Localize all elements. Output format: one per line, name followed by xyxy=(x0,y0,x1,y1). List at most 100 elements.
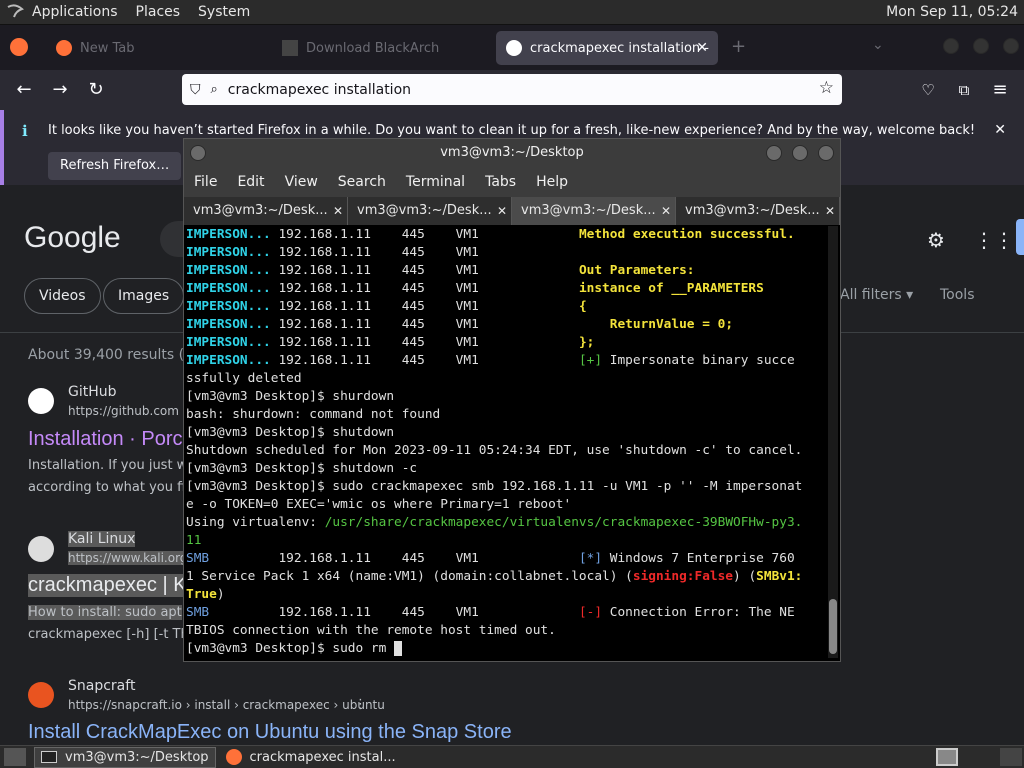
terminal-line: [vm3@vm3 Desktop]$ shutdown xyxy=(186,425,395,440)
output-text: Connection Error: The NE xyxy=(602,605,795,620)
close-notification-icon[interactable]: ✕ xyxy=(994,122,1006,138)
tab-download-blackarch[interactable]: Download BlackArch xyxy=(276,31,486,65)
workspace-1-icon[interactable] xyxy=(936,748,958,766)
all-filters-button[interactable]: All filters ▾ xyxy=(840,287,913,303)
taskbar-label: crackmapexec instal... xyxy=(249,749,396,765)
window-menu-icon[interactable] xyxy=(190,145,206,161)
kali-icon xyxy=(28,536,54,562)
menu-tabs[interactable]: Tabs xyxy=(485,174,516,190)
menu-help[interactable]: Help xyxy=(536,174,568,190)
close-window-icon[interactable] xyxy=(1003,38,1019,54)
result-snippet: Installation. If you just w xyxy=(28,458,188,473)
bookmark-star-icon[interactable]: ☆ xyxy=(819,78,834,98)
back-icon[interactable]: ← xyxy=(12,78,36,102)
reload-icon[interactable]: ↻ xyxy=(84,78,108,102)
terminal-prompt-line[interactable]: [vm3@vm3 Desktop]$ sudo rm xyxy=(186,640,826,658)
host-info: 192.168.1.11 445 VM1 xyxy=(270,263,579,278)
google-icon xyxy=(506,40,522,56)
close-icon[interactable] xyxy=(818,145,834,161)
system-menu[interactable]: System xyxy=(198,4,250,20)
kali-logo-icon[interactable] xyxy=(4,1,26,23)
terminal-window: vm3@vm3:~/Desktop File Edit View Search … xyxy=(183,138,841,662)
forward-icon[interactable]: → xyxy=(48,78,72,102)
terminal-output[interactable]: IMPERSON... 192.168.1.11 445 VM1 Method … xyxy=(186,226,826,658)
places-menu[interactable]: Places xyxy=(136,4,181,20)
extensions-icon[interactable]: ⧉ xyxy=(952,78,976,102)
output-text: { xyxy=(578,299,587,314)
close-tab-icon[interactable]: ✕ xyxy=(497,197,507,225)
result-title-link[interactable]: Install CrackMapExec on Ubuntu using the… xyxy=(28,721,512,744)
system-top-bar: Applications Places System Mon Sep 11, 0… xyxy=(0,0,1024,25)
error-marker: [-] xyxy=(578,605,603,620)
text-cursor xyxy=(394,641,403,656)
terminal-line: 11 xyxy=(186,533,202,548)
terminal-line: ssfully deleted xyxy=(186,371,302,386)
menu-view[interactable]: View xyxy=(285,174,318,190)
sign-in-button[interactable] xyxy=(1016,219,1024,255)
tab-label: crackmapexec installation - xyxy=(530,40,709,56)
taskbar: vm3@vm3:~/Desktop crackmapexec instal... xyxy=(0,745,1024,768)
apps-grid-icon[interactable]: ⋮⋮ xyxy=(974,228,1014,252)
list-tabs-icon[interactable]: ⌄ xyxy=(872,37,884,53)
new-tab-icon[interactable]: + xyxy=(731,36,746,57)
terminal-line: e -o TOKEN=0 EXEC='wmic os where Primary… xyxy=(186,497,572,512)
show-desktop-icon[interactable] xyxy=(4,748,26,766)
more-options-icon[interactable]: ⋮ xyxy=(354,697,367,712)
result-title-link[interactable]: crackmapexec | K xyxy=(28,574,187,597)
result-title-link[interactable]: Installation · Porc xyxy=(28,428,183,451)
result-snippet: How to install: sudo apt xyxy=(28,605,182,620)
maximize-icon[interactable] xyxy=(792,145,808,161)
terminal-titlebar[interactable]: vm3@vm3:~/Desktop xyxy=(184,139,840,167)
google-logo[interactable]: Google xyxy=(24,221,121,255)
terminal-tab[interactable]: vm3@vm3:~/Desk... ✕ xyxy=(676,197,840,225)
settings-gear-icon[interactable]: ⚙ xyxy=(927,228,945,252)
menu-file[interactable]: File xyxy=(194,174,217,190)
close-tab-icon[interactable]: ✕ xyxy=(696,40,708,56)
pocket-icon[interactable]: ♡ xyxy=(916,78,940,102)
output-text: ) xyxy=(216,587,225,602)
terminal-tabs: vm3@vm3:~/Desk... ✕ vm3@vm3:~/Desk... ✕ vm… xyxy=(184,197,840,225)
chip-images[interactable]: Images xyxy=(103,278,185,314)
success-marker: [+] xyxy=(578,353,603,368)
url-bar[interactable]: ⛉ ⌕ ☆ xyxy=(182,74,842,105)
menu-terminal[interactable]: Terminal xyxy=(406,174,465,190)
terminal-tab[interactable]: vm3@vm3:~/Desk... ✕ xyxy=(348,197,512,225)
tab-new-tab[interactable]: New Tab xyxy=(50,31,260,65)
terminal-line: IMPERSON... 192.168.1.11 445 VM1 Method … xyxy=(186,226,826,244)
menu-edit[interactable]: Edit xyxy=(237,174,264,190)
minimize-window-icon[interactable] xyxy=(943,38,959,54)
output-text: Method execution successful. xyxy=(578,227,795,242)
close-tab-icon[interactable]: ✕ xyxy=(825,197,835,225)
shield-icon[interactable]: ⛉ xyxy=(190,82,201,98)
maximize-window-icon[interactable] xyxy=(973,38,989,54)
refresh-firefox-button[interactable]: Refresh Firefox… xyxy=(48,152,182,180)
tab-crackmapexec[interactable]: crackmapexec installation - ✕ xyxy=(496,31,718,65)
host-info: 192.168.1.11 445 VM1 xyxy=(270,281,579,296)
taskbar-firefox[interactable]: crackmapexec instal... xyxy=(220,747,402,768)
result-count: About 39,400 results (0.2 xyxy=(28,347,207,363)
close-tab-icon[interactable]: ✕ xyxy=(661,197,671,225)
menu-search[interactable]: Search xyxy=(338,174,386,190)
terminal-tab[interactable]: vm3@vm3:~/Desk... ✕ xyxy=(184,197,348,225)
taskbar-terminal[interactable]: vm3@vm3:~/Desktop xyxy=(34,746,216,768)
url-input[interactable] xyxy=(227,81,768,98)
minimize-icon[interactable] xyxy=(766,145,782,161)
close-tab-icon[interactable]: ✕ xyxy=(333,197,343,225)
scrollbar-thumb[interactable] xyxy=(829,599,837,654)
terminal-scrollbar[interactable] xyxy=(828,226,838,658)
terminal-tab-active[interactable]: vm3@vm3:~/Desk... ✕ xyxy=(512,197,676,225)
firefox-view-icon[interactable] xyxy=(10,38,28,56)
signing-status: signing:False xyxy=(632,569,734,584)
module-tag: IMPERSON... xyxy=(186,317,271,332)
clock[interactable]: Mon Sep 11, 05:24 xyxy=(886,4,1018,20)
chip-videos[interactable]: Videos xyxy=(24,278,101,314)
tools-button[interactable]: Tools xyxy=(940,287,975,303)
applications-menu[interactable]: Applications xyxy=(32,4,118,20)
terminal-line: [vm3@vm3 Desktop]$ sudo crackmapexec smb… xyxy=(186,479,803,494)
workspace-2-icon[interactable] xyxy=(1000,748,1022,766)
taskbar-label: vm3@vm3:~/Desktop xyxy=(65,749,209,765)
host-info: 192.168.1.11 445 VM1 xyxy=(270,245,479,260)
terminal-line: TBIOS connection with the remote host ti… xyxy=(186,623,556,638)
result-url: https://github.com › C xyxy=(68,404,200,418)
menu-icon[interactable]: ≡ xyxy=(988,78,1012,102)
